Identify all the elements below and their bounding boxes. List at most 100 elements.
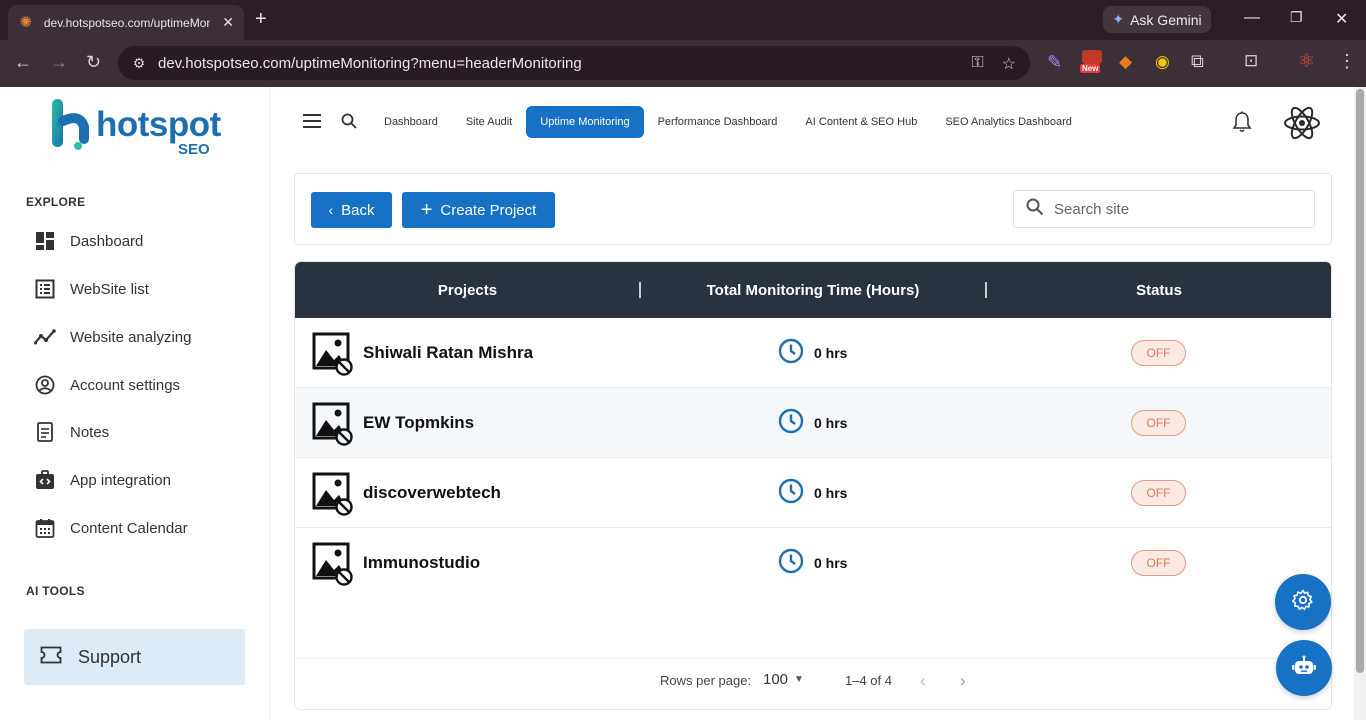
table-header: Projects Total Monitoring Time (Hours) S… [295, 262, 1331, 318]
table-row[interactable]: Immunostudio 0 hrs OFF [295, 528, 1331, 598]
feather-extension-icon[interactable]: ✎ [1047, 52, 1062, 73]
search-icon[interactable] [341, 113, 357, 134]
projects-table: Projects Total Monitoring Time (Hours) S… [294, 261, 1332, 710]
address-bar-row: ← → ↻ ⚙ dev.hotspotseo.com/uptimeMonitor… [0, 40, 1366, 87]
table-row[interactable]: EW Topmkins 0 hrs OFF [295, 388, 1331, 458]
clock-icon [778, 548, 804, 579]
search-site-field[interactable] [1013, 190, 1315, 228]
hamburger-menu-icon[interactable] [303, 113, 321, 134]
ticket-icon [40, 646, 62, 669]
account-icon [34, 374, 56, 396]
status-badge[interactable]: OFF [1131, 410, 1186, 436]
tab-title: dev.hotspotseo.com/uptimeMonitoring [43, 15, 211, 30]
logo-mark-icon [52, 99, 89, 150]
list-icon [34, 278, 56, 300]
browser-menu-icon[interactable]: ⋮ [1338, 51, 1356, 72]
status-badge[interactable]: OFF [1131, 340, 1186, 366]
sidebar-item-app-integration[interactable]: App integration [34, 465, 254, 495]
rows-per-page-select[interactable]: 100 ▼ [763, 671, 804, 688]
chatbot-fab-button[interactable] [1276, 640, 1332, 696]
rows-per-page-label: Rows per page: [660, 673, 752, 688]
create-project-button[interactable]: + Create Project [402, 192, 555, 228]
monitoring-time-value: 0 hrs [814, 485, 848, 501]
column-header-monitoring-time[interactable]: Total Monitoring Time (Hours) [641, 262, 985, 318]
back-button-label: Back [341, 201, 375, 219]
table-row[interactable]: Shiwali Ratan Mishra 0 hrs OFF [295, 318, 1331, 388]
new-tab-icon[interactable]: + [255, 8, 267, 30]
ask-gemini-button[interactable]: ✦ Ask Gemini [1103, 6, 1211, 33]
clock-icon [778, 478, 804, 509]
project-name[interactable]: discoverwebtech [363, 458, 501, 528]
search-icon [1026, 198, 1044, 221]
tab-uptime-monitoring[interactable]: Uptime Monitoring [526, 106, 644, 138]
tab-search-icon[interactable]: ⊡ [1244, 51, 1258, 71]
site-settings-icon[interactable]: ⚙ [122, 55, 156, 72]
fox-extension-icon[interactable]: ◆ [1119, 52, 1132, 72]
new-extension-icon[interactable]: New [1080, 50, 1104, 76]
notification-bell-icon[interactable] [1232, 111, 1252, 138]
tab-seo-analytics-dashboard[interactable]: SEO Analytics Dashboard [931, 106, 1086, 138]
monitoring-time: 0 hrs [778, 528, 847, 598]
sidebar-item-content-calendar[interactable]: Content Calendar [34, 513, 254, 543]
profile-atom-icon[interactable]: ⚛ [1298, 50, 1315, 73]
back-arrow-icon[interactable]: ← [14, 52, 32, 72]
close-tab-icon[interactable]: ✕ [222, 14, 234, 31]
next-page-icon[interactable]: › [960, 671, 966, 691]
chevron-left-icon: ‹ [328, 202, 334, 218]
broken-image-icon [312, 402, 354, 451]
forward-arrow-icon[interactable]: → [50, 52, 68, 72]
minimize-icon[interactable]: — [1244, 9, 1260, 27]
dashboard-icon [34, 230, 56, 252]
caret-down-icon: ▼ [794, 674, 804, 685]
tab-dashboard[interactable]: Dashboard [370, 106, 452, 138]
maximize-icon[interactable]: ❐ [1290, 9, 1303, 26]
column-header-status[interactable]: Status [987, 262, 1331, 318]
sidebar-item-label: Dashboard [70, 232, 144, 250]
notes-icon [34, 421, 56, 443]
url-text[interactable]: dev.hotspotseo.com/uptimeMonitoring?menu… [158, 55, 582, 72]
reload-icon[interactable]: ↻ [86, 52, 101, 72]
window-close-icon[interactable]: ✕ [1335, 9, 1348, 29]
rows-per-page-value: 100 [763, 671, 789, 688]
password-key-icon[interactable]: ⚿ [971, 54, 983, 74]
explore-section-title: EXPLORE [26, 195, 86, 209]
previous-page-icon[interactable]: ‹ [920, 671, 926, 691]
create-project-label: Create Project [440, 201, 537, 219]
sidebar-item-website-analyzing[interactable]: Website analyzing [34, 322, 254, 352]
user-avatar-atom-icon[interactable] [1283, 104, 1321, 147]
ask-gemini-label: Ask Gemini [1130, 11, 1202, 28]
project-name[interactable]: EW Topmkins [363, 388, 474, 458]
table-row[interactable]: discoverwebtech 0 hrs OFF [295, 458, 1331, 528]
sidebar-item-label: Account settings [70, 376, 181, 394]
sidebar-item-account-settings[interactable]: Account settings [34, 370, 254, 400]
column-header-projects[interactable]: Projects [295, 262, 640, 318]
omnibox[interactable]: ⚙ dev.hotspotseo.com/uptimeMonitoring?me… [118, 46, 1030, 80]
status-badge[interactable]: OFF [1131, 480, 1186, 506]
bookmark-star-icon[interactable]: ☆ [1002, 54, 1016, 74]
monitoring-time: 0 hrs [778, 318, 847, 388]
sidebar-item-website-list[interactable]: WebSite list [34, 274, 254, 304]
support-button[interactable]: Support [24, 629, 245, 685]
sidebar-item-label: WebSite list [70, 280, 149, 298]
tab-performance-dashboard[interactable]: Performance Dashboard [644, 106, 792, 138]
sidebar-item-notes[interactable]: Notes [34, 417, 254, 447]
settings-fab-button[interactable] [1275, 574, 1331, 630]
clock-icon [778, 408, 804, 439]
page-scrollbar-thumb[interactable] [1356, 89, 1364, 673]
project-name[interactable]: Shiwali Ratan Mishra [363, 318, 533, 388]
status-badge[interactable]: OFF [1131, 550, 1186, 576]
new-badge: New [1080, 64, 1101, 73]
tab-ai-content-seo-hub[interactable]: AI Content & SEO Hub [791, 106, 931, 138]
browser-tab[interactable]: ✺ dev.hotspotseo.com/uptimeMonitoring ✕ [8, 5, 244, 40]
tab-site-audit[interactable]: Site Audit [452, 106, 526, 138]
back-button[interactable]: ‹ Back [311, 192, 392, 228]
sidebar-item-label: Notes [70, 423, 110, 441]
project-name[interactable]: Immunostudio [363, 528, 480, 598]
extensions-puzzle-icon[interactable]: ⧉ [1191, 51, 1204, 72]
sidebar-item-dashboard[interactable]: Dashboard [34, 226, 254, 256]
hotspot-seo-logo[interactable]: hotspot SEO [50, 99, 221, 158]
glasses-extension-icon[interactable]: ◉ [1155, 52, 1170, 72]
search-site-input[interactable] [1054, 200, 1294, 218]
table-pagination: Rows per page: 100 ▼ 1–4 of 4 ‹ › [295, 658, 1331, 709]
trend-icon [34, 326, 56, 348]
